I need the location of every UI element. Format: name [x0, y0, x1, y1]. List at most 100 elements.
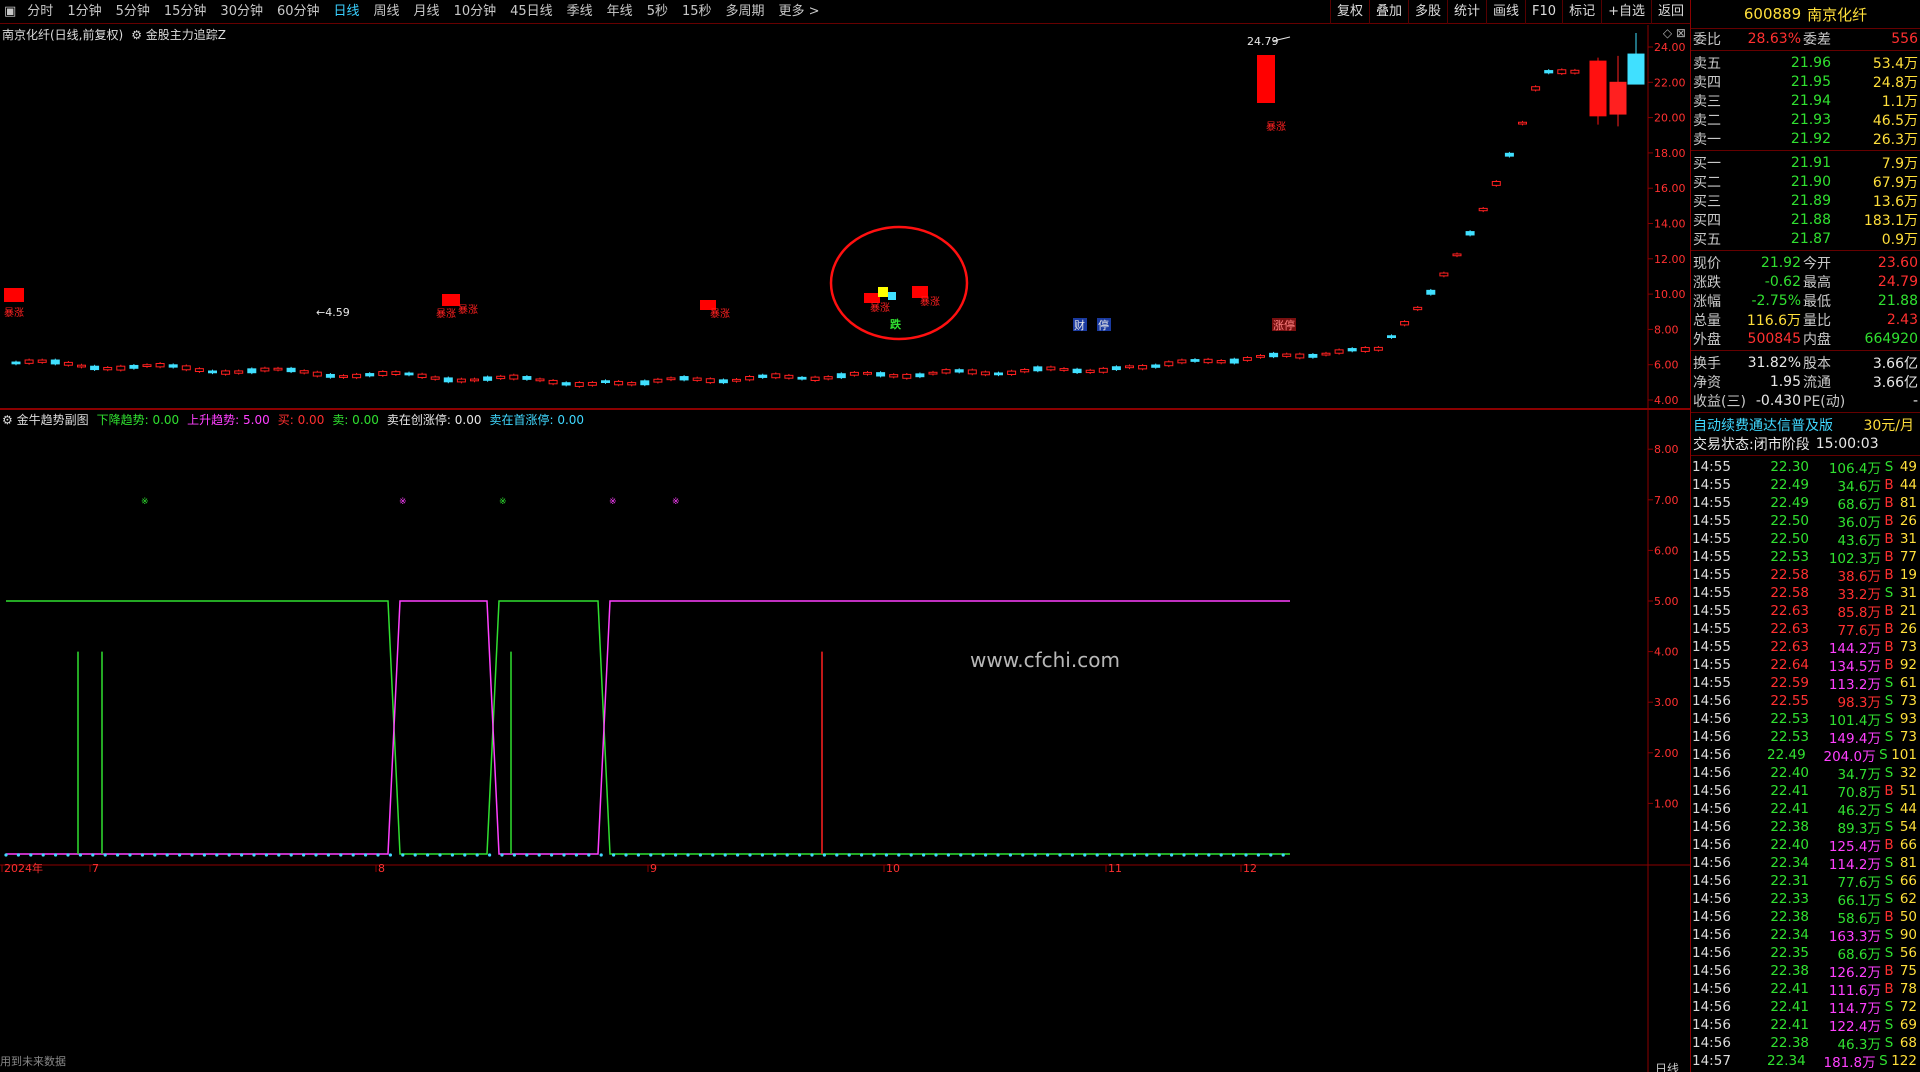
baseline-dot [512, 853, 517, 857]
tick-side: S [1879, 747, 1888, 763]
baseline-dot [190, 853, 194, 857]
candle [967, 368, 977, 376]
tick-price: 22.64 [1770, 657, 1809, 673]
baseline-dot [1070, 853, 1074, 857]
toolbar-button[interactable]: +自选 [1601, 0, 1651, 24]
toolbar-button[interactable]: F10 [1525, 0, 1562, 24]
indicator-name[interactable]: ⚙ 金股主力追踪Z [131, 26, 226, 43]
toolbar-button[interactable]: 统计 [1447, 0, 1486, 24]
baseline-dot [798, 853, 802, 857]
tick-price: 22.34 [1770, 927, 1809, 943]
baseline-dot [1008, 853, 1013, 857]
candle [1072, 367, 1082, 375]
period-tab[interactable]: 季线 [560, 0, 600, 24]
halt-marker[interactable]: 停 [1098, 318, 1109, 332]
tick-time: 14:56 [1692, 999, 1731, 1015]
baseline-dot [202, 853, 206, 857]
trend-glyph: ※ [672, 497, 680, 507]
tick-price: 22.53 [1770, 549, 1809, 565]
candle [1531, 85, 1541, 92]
settings-icon[interactable]: ⚙ [131, 28, 146, 42]
baseline-dot [450, 853, 454, 857]
finance-marker[interactable]: 财 [1074, 318, 1085, 332]
kline-main-panel[interactable]: 24.00 22.00 20.00 18.00 16.00 14.00 12.00 10.00… [0, 25, 1690, 408]
period-tab[interactable]: 45日线 [503, 0, 560, 24]
sub-tick-label: 5.00 [1654, 595, 1679, 608]
baseline-dot [810, 853, 814, 857]
period-tab[interactable]: 分时 [20, 0, 60, 24]
tick-count: 72 [1899, 999, 1917, 1015]
stock-code: 600889 [1743, 5, 1802, 23]
period-tab[interactable]: 60分钟 [270, 0, 327, 24]
tick-row: 14:56 22.34 163.3万 S 90 [1691, 926, 1920, 945]
period-tab[interactable]: 10分钟 [447, 0, 504, 24]
sub-indicator-panel[interactable]: 10.009.008.007.006.005.004.003.002.001.0… [0, 410, 1690, 1072]
stat-label: PE(动) [1803, 393, 1846, 410]
sub-chart-title[interactable]: ⚙ 金牛趋势副图 [2, 411, 89, 428]
main-corner-icons[interactable]: ◇ ⊠ [1663, 26, 1686, 40]
period-tab[interactable]: 1分钟 [60, 0, 108, 24]
candle [194, 367, 204, 373]
baseline-dot [1281, 853, 1285, 857]
watermark: www.cfchi.com [970, 648, 1120, 672]
tick-volume: 114.7万 [1828, 1001, 1881, 1017]
period-tab[interactable]: 年线 [600, 0, 640, 24]
baseline-dot [1182, 853, 1186, 857]
tick-side: S [1884, 927, 1894, 943]
period-tab[interactable]: 日线 [327, 0, 367, 24]
baseline-dot [984, 853, 988, 857]
toolbar-button[interactable]: 多股 [1407, 0, 1447, 24]
trend-subchart[interactable]: 10.009.008.007.006.005.004.003.002.001.0… [0, 410, 1690, 1072]
tick-list[interactable]: 14:55 22.30 106.4万 S 49 14:55 22.49 34.6万 B 44 14:… [1691, 458, 1920, 1072]
period-tab[interactable]: 15秒 [675, 0, 719, 24]
kline-chart[interactable]: 24.00 22.00 20.00 18.00 16.00 14.00 12.00 10.00… [0, 25, 1690, 408]
period-tab[interactable]: 更多 > [772, 0, 827, 24]
tick-time: 14:56 [1692, 801, 1731, 817]
main-title-bar: 南京化纤(日线,前复权) ⚙ 金股主力追踪Z [2, 26, 226, 43]
baseline-dot [636, 853, 641, 857]
period-tag[interactable]: 日线 [1655, 1060, 1679, 1072]
tick-time: 14:56 [1692, 1017, 1731, 1033]
candle [784, 373, 794, 380]
baseline-dot [252, 853, 256, 857]
candle [339, 374, 348, 379]
baseline-dot [760, 853, 765, 857]
low-price-label: ←4.59 [316, 306, 350, 319]
ad-row[interactable]: 自动续费通达信普及版 30元/月 [1691, 415, 1920, 434]
period-tab[interactable]: 15分钟 [157, 0, 214, 24]
candle [1439, 271, 1449, 278]
stock-header[interactable]: 600889 南京化纤 [1691, 0, 1920, 29]
tick-volume: 204.0万 [1823, 749, 1876, 765]
tick-price: 22.49 [1770, 477, 1809, 493]
toolbar-button[interactable]: 复权 [1329, 0, 1369, 24]
period-tab[interactable]: 5分钟 [109, 0, 157, 24]
period-tab[interactable]: 多周期 [719, 0, 772, 24]
limit-up-marker[interactable]: 涨停 [1273, 318, 1295, 332]
candle [915, 372, 925, 379]
period-tab[interactable]: 5秒 [640, 0, 675, 24]
settings-icon[interactable]: ⚙ [2, 413, 17, 427]
toolbar-button[interactable]: 标记 [1562, 0, 1601, 24]
sub-tick-label: 4.00 [1654, 646, 1679, 659]
tick-time: 14:56 [1692, 981, 1731, 997]
tick-price: 22.55 [1770, 693, 1809, 709]
candle [1151, 363, 1161, 369]
tick-row: 14:55 22.59 113.2万 S 61 [1691, 674, 1920, 693]
period-tab[interactable]: 周线 [367, 0, 407, 24]
tick-count: 92 [1899, 657, 1917, 673]
price-tick-label: 12.00 [1654, 253, 1686, 266]
toolbar-button[interactable]: 叠加 [1368, 0, 1408, 24]
period-tab[interactable]: 月线 [407, 0, 447, 24]
signal-block-yellow [878, 287, 888, 297]
toolbar-button[interactable]: 返回 [1650, 0, 1690, 24]
candle [496, 374, 506, 380]
sub-tick-label: 1.00 [1654, 797, 1679, 810]
candle [116, 364, 126, 372]
book-row: 卖二 21.93 46.5万 [1691, 110, 1920, 129]
book-price: 21.88 [1790, 211, 1831, 228]
period-tab[interactable]: 30分钟 [213, 0, 270, 24]
book-volume: 26.3万 [1872, 131, 1918, 148]
toolbar-button[interactable]: 画线 [1486, 0, 1525, 24]
tick-price: 22.58 [1770, 567, 1809, 583]
toolbar-menu-icon[interactable]: ▣ [0, 0, 20, 24]
